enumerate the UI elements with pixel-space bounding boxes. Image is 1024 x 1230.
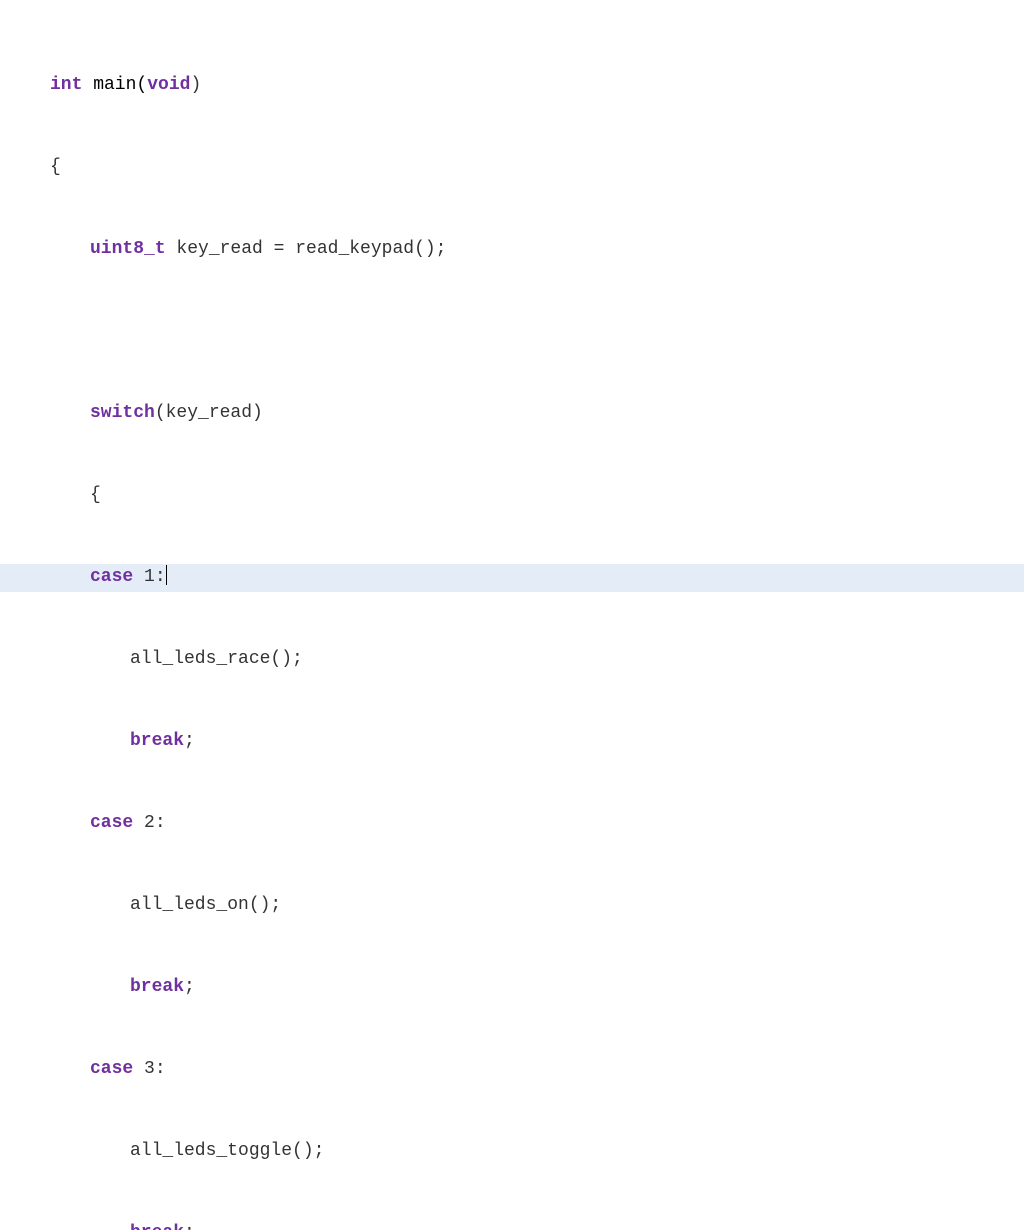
text-cursor (166, 565, 167, 585)
keyword-break: break (130, 977, 184, 997)
code-line: break; (0, 974, 1024, 1002)
fn-main: main( (82, 75, 147, 95)
code-line: all_leds_race(); (0, 646, 1024, 674)
code-line: case 3: (0, 1056, 1024, 1084)
fn-call: all_leds_on(); (130, 895, 281, 915)
keyword-switch: switch (90, 403, 155, 423)
code-line: all_leds_toggle(); (0, 1138, 1024, 1166)
code-line: case 2: (0, 810, 1024, 838)
brace-open: { (90, 485, 101, 505)
code-line: uint8_t key_read = read_keypad(); (0, 236, 1024, 264)
semicolon: ; (184, 1223, 195, 1230)
keyword-int: int (50, 75, 82, 95)
code-line: { (0, 154, 1024, 182)
switch-expr: (key_read) (155, 403, 263, 423)
case-value: 1: (133, 567, 165, 587)
keyword-void: void (147, 75, 190, 95)
fn-call: all_leds_toggle(); (130, 1141, 324, 1161)
case-value: 2: (133, 813, 165, 833)
blank-line (0, 318, 1024, 346)
semicolon: ; (184, 731, 195, 751)
code-line: { (0, 482, 1024, 510)
case-value: 3: (133, 1059, 165, 1079)
code-line: switch(key_read) (0, 400, 1024, 428)
brace-open: { (50, 157, 61, 177)
var-decl: key_read = read_keypad(); (166, 239, 447, 259)
keyword-uint8: uint8_t (90, 239, 166, 259)
keyword-case: case (90, 1059, 133, 1079)
code-line: all_leds_on(); (0, 892, 1024, 920)
fn-call: all_leds_race(); (130, 649, 303, 669)
keyword-case: case (90, 567, 133, 587)
code-block: int main(void) { uint8_t key_read = read… (0, 18, 1024, 1230)
code-line: break; (0, 1220, 1024, 1230)
keyword-case: case (90, 813, 133, 833)
code-line: int main(void) (0, 72, 1024, 100)
semicolon: ; (184, 977, 195, 997)
code-line: break; (0, 728, 1024, 756)
code-line-highlighted: case 1: (0, 564, 1024, 592)
paren-close: ) (190, 75, 201, 95)
keyword-break: break (130, 1223, 184, 1230)
keyword-break: break (130, 731, 184, 751)
